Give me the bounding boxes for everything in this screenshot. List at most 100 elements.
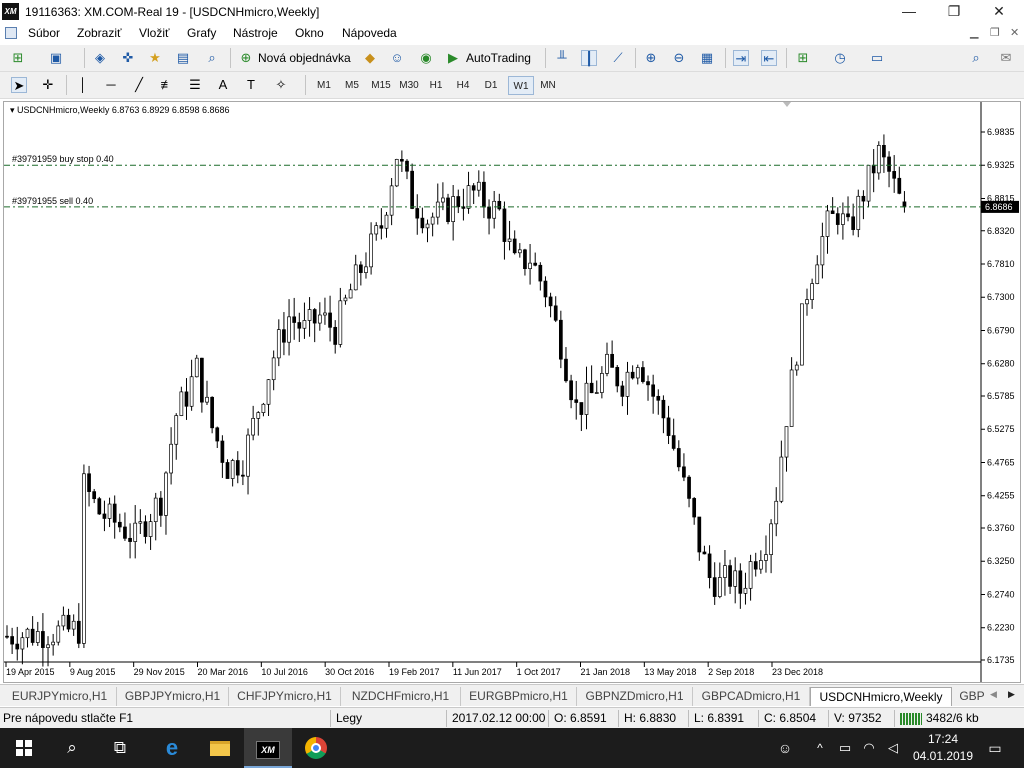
autotrading-icon[interactable]: ▶ xyxy=(445,50,461,66)
new-order-icon[interactable]: ⊕ xyxy=(238,50,254,66)
chart-window[interactable]: 6.9835 6.9325 6.8815 6.8320 6.7810 6.7300 6.67… xyxy=(3,101,1021,683)
wifi-icon[interactable]: ◠ xyxy=(858,728,880,768)
fibonacci-icon[interactable]: ☰ xyxy=(187,77,203,93)
navigator-icon[interactable]: ★ xyxy=(147,50,163,66)
volume-icon[interactable]: ◁ xyxy=(882,728,904,768)
bar-chart-icon[interactable]: ╨ xyxy=(554,50,570,66)
templates-icon[interactable]: ▭ xyxy=(869,50,885,66)
tab-scroll-left-icon[interactable]: ◀ xyxy=(990,689,997,700)
menu-vlozit[interactable]: Vložiť xyxy=(139,26,170,40)
timeframe-m30[interactable]: M30 xyxy=(396,76,422,95)
mdi-close-icon[interactable]: ✕ xyxy=(1010,26,1019,39)
file-explorer-icon[interactable] xyxy=(196,728,244,768)
status-traffic: 3482/6 kb xyxy=(926,711,979,725)
timeframe-m5[interactable]: M5 xyxy=(340,76,364,95)
order-label-sell[interactable]: #39791955 sell 0.40 xyxy=(12,196,93,206)
strategy-tester-icon[interactable]: ⌕ xyxy=(204,50,220,66)
chrome-browser-icon[interactable] xyxy=(292,728,340,768)
data-window-icon[interactable]: ✜ xyxy=(120,50,136,66)
terminal-icon[interactable]: ▤ xyxy=(175,50,191,66)
chat-icon[interactable]: ✉ xyxy=(998,50,1014,66)
timeframe-d1[interactable]: D1 xyxy=(480,76,502,95)
menu-napoveda[interactable]: Nápoveda xyxy=(342,26,397,40)
text-label-icon[interactable]: T xyxy=(243,77,259,93)
timeframe-m15[interactable]: M15 xyxy=(368,76,394,95)
candlestick-chart-icon[interactable]: ┃ xyxy=(581,50,597,66)
timeframe-h4[interactable]: H4 xyxy=(452,76,474,95)
menu-zobrazit[interactable]: Zobraziť xyxy=(77,26,122,40)
tab-nzdchfmicro-h1[interactable]: NZDCHFmicro,H1 xyxy=(341,687,461,706)
task-view-icon[interactable]: ⧉ xyxy=(96,728,144,768)
equidistant-channel-icon[interactable]: ≢ xyxy=(159,77,175,93)
close-button[interactable]: ✕ xyxy=(976,0,1022,24)
metaeditor-icon[interactable]: ◆ xyxy=(362,50,378,66)
tab-gbpnzdmicro-h1[interactable]: GBPNZDmicro,H1 xyxy=(577,687,693,706)
candle-body xyxy=(333,326,338,345)
edge-browser-icon[interactable]: e xyxy=(148,728,196,768)
search-taskbar-icon[interactable]: ⌕ xyxy=(48,728,96,768)
market-watch-icon[interactable]: ◈ xyxy=(92,50,108,66)
auto-scroll-icon[interactable]: ⇥ xyxy=(733,50,749,66)
tab-usdcnhmicro-weekly[interactable]: USDCNHmicro,Weekly xyxy=(810,687,952,706)
candle-body xyxy=(158,497,163,516)
autotrading-button[interactable]: AutoTrading xyxy=(466,51,531,65)
indicators-icon[interactable]: ⊞ xyxy=(795,50,811,66)
start-button[interactable] xyxy=(0,728,48,768)
menu-okno[interactable]: Okno xyxy=(295,26,324,40)
vertical-line-icon[interactable]: │ xyxy=(75,77,91,93)
crosshair-icon[interactable]: ✛ xyxy=(40,77,56,93)
y-tick-label: 6.9835 xyxy=(987,127,1015,137)
restore-button[interactable]: ❐ xyxy=(931,0,977,24)
clock-time[interactable]: 17:24 xyxy=(912,732,974,746)
chart-window-icon[interactable] xyxy=(5,27,17,39)
order-label-buy-stop[interactable]: #39791959 buy stop 0.40 xyxy=(12,154,114,164)
tab-gbpjpymicro-h1[interactable]: GBPJPYmicro,H1 xyxy=(117,687,229,706)
signals-icon[interactable]: ☺ xyxy=(389,50,405,66)
tab-eurgbpmicro-h1[interactable]: EURGBPmicro,H1 xyxy=(461,687,577,706)
clock-date[interactable]: 04.01.2019 xyxy=(912,749,974,763)
title-bar: XM 19116363: XM.COM-Real 19 - [USDCNHmic… xyxy=(0,0,1024,24)
periods-icon[interactable]: ◷ xyxy=(832,50,848,66)
new-chart-icon[interactable]: ⊞ xyxy=(10,50,26,66)
line-chart-icon[interactable]: ⟋ xyxy=(610,50,626,66)
candle-body xyxy=(205,396,209,403)
timeframe-mn[interactable]: MN xyxy=(536,76,560,95)
notifications-icon[interactable]: ▭ xyxy=(980,728,1010,768)
zoom-in-icon[interactable]: ⊕ xyxy=(643,50,659,66)
shapes-icon[interactable]: ✧ xyxy=(273,77,289,93)
search-icon[interactable]: ⌕ xyxy=(968,50,984,66)
tray-chevron-up-icon[interactable]: ^ xyxy=(808,728,832,768)
candle-body xyxy=(830,210,835,214)
tab-gbpcadmicro-h1[interactable]: GBPCADmicro,H1 xyxy=(693,687,810,706)
cursor-icon[interactable]: ➤ xyxy=(11,77,27,93)
battery-icon[interactable]: ▭ xyxy=(834,728,856,768)
zoom-out-icon[interactable]: ⊖ xyxy=(671,50,687,66)
tab-chfjpymicro-h1[interactable]: CHFJPYmicro,H1 xyxy=(229,687,341,706)
people-icon[interactable]: ☺ xyxy=(770,728,800,768)
menu-grafy[interactable]: Grafy xyxy=(187,26,216,40)
trendline-icon[interactable]: ╱ xyxy=(131,77,147,93)
tab-scroll-right-icon[interactable]: ▶ xyxy=(1008,689,1015,700)
price-chart[interactable]: 6.98356.93256.88156.83206.78106.73006.67… xyxy=(4,102,1020,682)
timeframe-w1[interactable]: W1 xyxy=(508,76,534,95)
chart-shift-icon[interactable]: ⇤ xyxy=(761,50,777,66)
tab-gbp-partial[interactable]: GBP xyxy=(952,687,992,706)
vps-icon[interactable]: ◉ xyxy=(418,50,434,66)
new-order-button[interactable]: Nová objednávka xyxy=(258,51,351,65)
minimize-button[interactable]: — xyxy=(886,0,932,24)
text-tool-icon[interactable]: A xyxy=(215,77,231,93)
menu-nastroje[interactable]: Nástroje xyxy=(233,26,278,40)
timeframe-h1[interactable]: H1 xyxy=(425,76,447,95)
tab-eurjpymicro-h1[interactable]: EURJPYmicro,H1 xyxy=(3,687,117,706)
status-profile[interactable]: Legy xyxy=(336,711,362,725)
horizontal-line-icon[interactable]: ─ xyxy=(103,77,119,93)
metatrader-taskbar-button[interactable]: XM xyxy=(244,728,292,768)
mdi-minimize-icon[interactable]: ▁ xyxy=(970,26,978,39)
candle-body xyxy=(215,427,220,442)
timeframe-m1[interactable]: M1 xyxy=(312,76,336,95)
profiles-icon[interactable]: ▣ xyxy=(48,50,64,66)
chart-shift-marker-icon[interactable] xyxy=(783,102,791,107)
mdi-restore-icon[interactable]: ❐ xyxy=(990,26,1000,39)
tile-windows-icon[interactable]: ▦ xyxy=(699,50,715,66)
menu-subor[interactable]: Súbor xyxy=(28,26,60,40)
